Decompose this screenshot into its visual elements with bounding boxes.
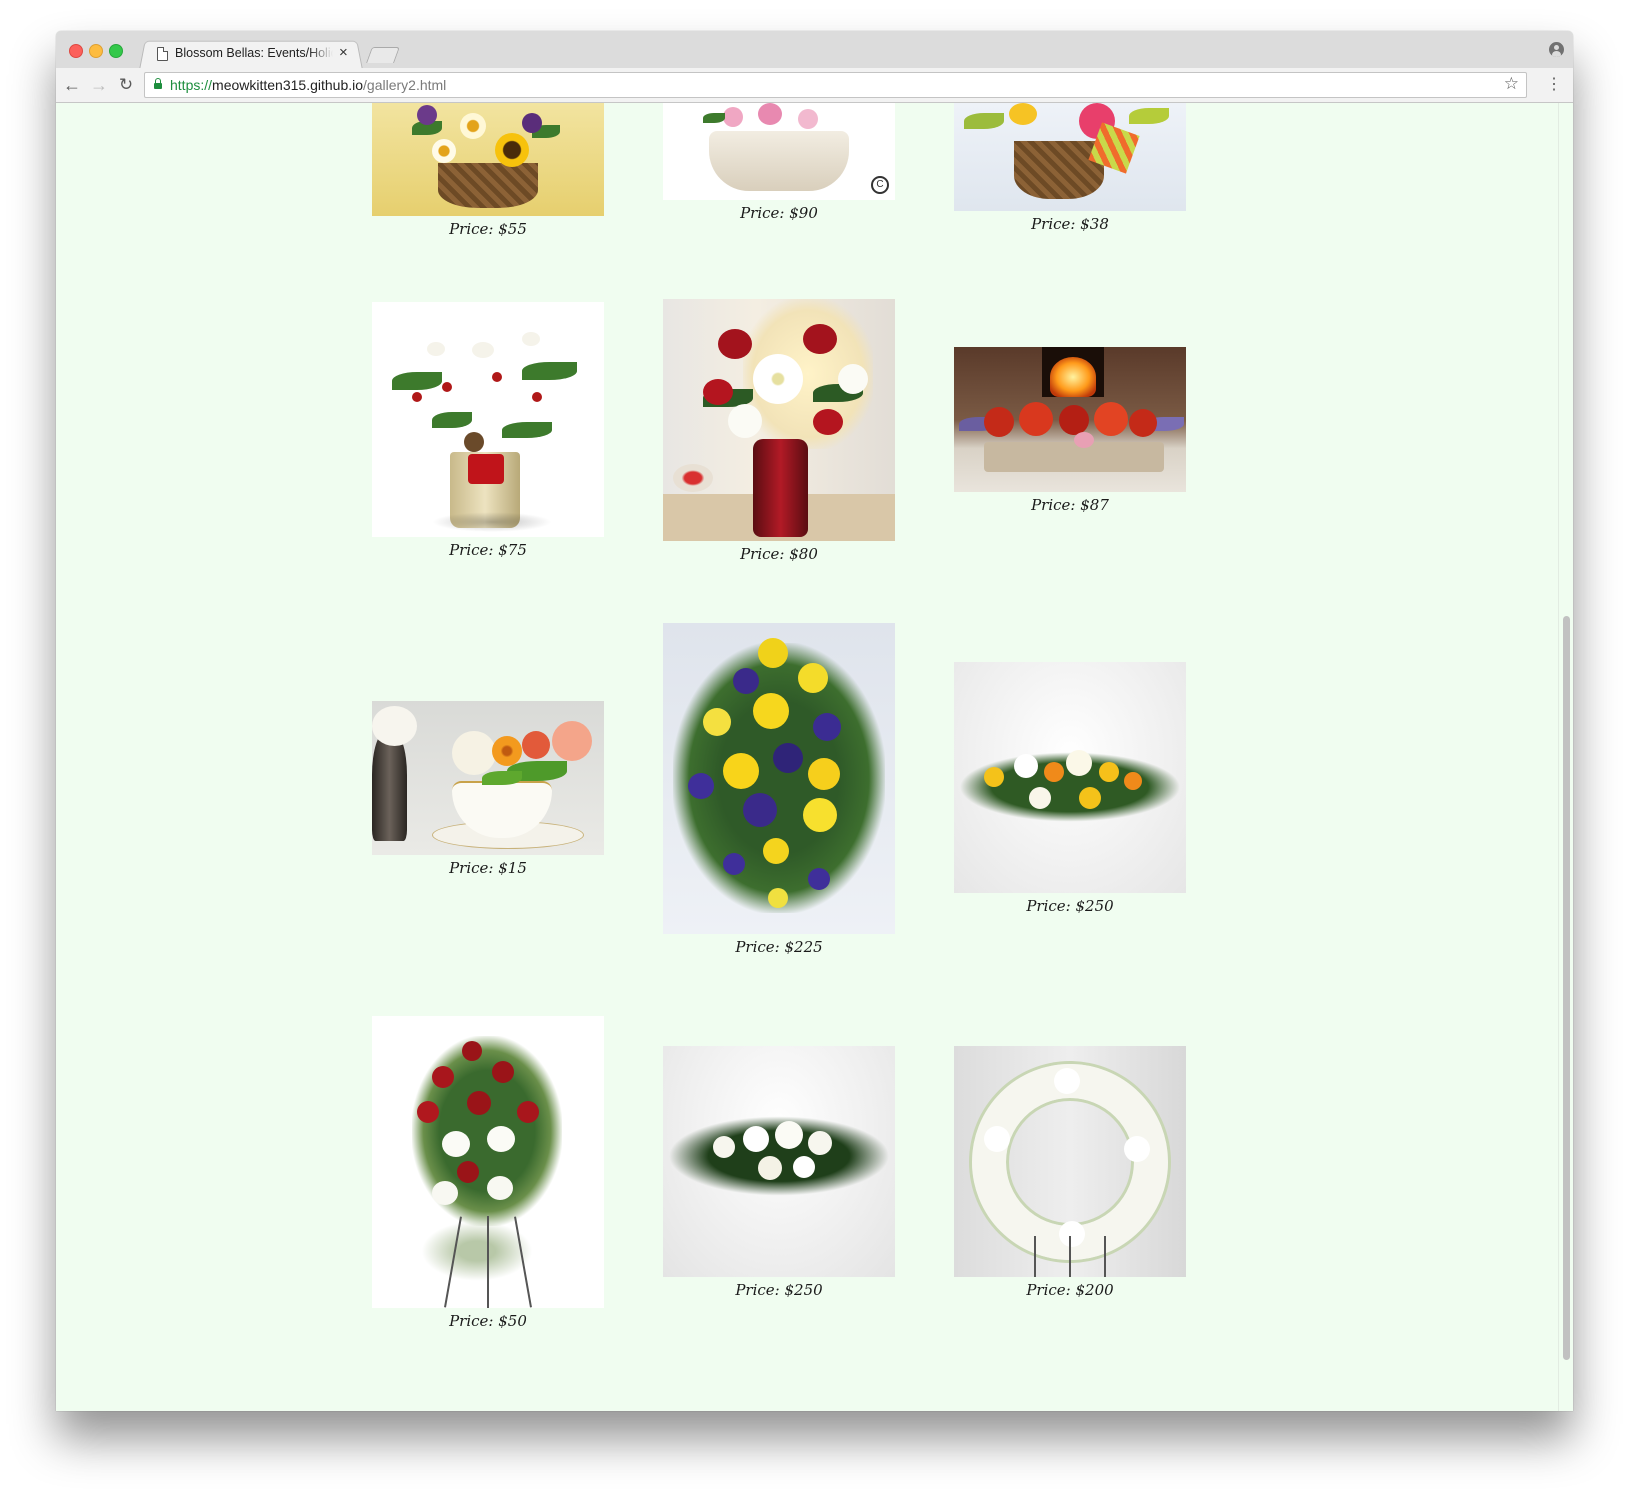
price-label: Price: $250 bbox=[735, 1281, 823, 1299]
url-scheme: https:// bbox=[170, 77, 213, 93]
price-label: Price: $75 bbox=[449, 541, 527, 559]
flower-photo-pink-roses-basket[interactable]: C bbox=[663, 103, 895, 200]
price-label: Price: $80 bbox=[740, 545, 818, 563]
scrollbar-thumb[interactable] bbox=[1563, 616, 1570, 1360]
tab-bar: Blossom Bellas: Events/Holidays × bbox=[56, 31, 1573, 70]
vertical-scrollbar[interactable] bbox=[1558, 103, 1573, 1411]
forward-arrow-icon[interactable]: → bbox=[88, 74, 110, 96]
tab-close-icon[interactable]: × bbox=[339, 44, 348, 61]
browser-window: Blossom Bellas: Events/Holidays × ← → ↻ … bbox=[56, 31, 1573, 1411]
new-tab-button[interactable] bbox=[366, 47, 400, 63]
browser-menu-icon[interactable]: ⋮ bbox=[1546, 75, 1562, 95]
price-label: Price: $87 bbox=[1031, 496, 1109, 514]
bookmark-star-icon[interactable]: ☆ bbox=[1504, 74, 1519, 94]
price-label: Price: $55 bbox=[449, 220, 527, 238]
browser-tab-content[interactable]: Blossom Bellas: Events/Holidays × bbox=[145, 39, 357, 68]
price-label: Price: $90 bbox=[740, 204, 818, 222]
url-host: meowkitten315.github.io bbox=[212, 77, 364, 93]
page-viewport: Price: $55 C Price: $90 Price: $38 Price… bbox=[56, 103, 1573, 1411]
price-label: Price: $38 bbox=[1031, 215, 1109, 233]
window-close-button[interactable] bbox=[69, 44, 83, 58]
window-maximize-button[interactable] bbox=[109, 44, 123, 58]
flower-photo-standing-spray-red-white[interactable] bbox=[372, 1016, 604, 1308]
flower-photo-casket-spray-yellow[interactable] bbox=[954, 662, 1186, 893]
flower-photo-red-roses-lilies-vase[interactable] bbox=[663, 299, 895, 541]
tab-title: Blossom Bellas: Events/Holidays bbox=[175, 46, 333, 60]
browser-toolbar: ← → ↻ https://meowkitten315.github.io/ga… bbox=[56, 68, 1573, 103]
flower-photo-rose-basket-ribbon[interactable] bbox=[954, 103, 1186, 211]
reload-icon[interactable]: ↻ bbox=[115, 74, 137, 96]
flower-photo-white-wreath-stand[interactable] bbox=[954, 1046, 1186, 1277]
window-minimize-button[interactable] bbox=[89, 44, 103, 58]
url-text[interactable]: https://meowkitten315.github.io/gallery2… bbox=[170, 77, 446, 93]
price-label: Price: $15 bbox=[449, 859, 527, 877]
profile-icon[interactable] bbox=[1549, 42, 1564, 57]
back-arrow-icon[interactable]: ← bbox=[61, 74, 83, 96]
flower-photo-sunflower-basket[interactable] bbox=[372, 103, 604, 216]
page-file-icon bbox=[157, 47, 168, 61]
price-label: Price: $225 bbox=[735, 938, 823, 956]
lock-icon bbox=[154, 78, 162, 89]
price-label: Price: $50 bbox=[449, 1312, 527, 1330]
price-label: Price: $250 bbox=[1026, 897, 1114, 915]
flower-photo-yellow-purple-spray[interactable] bbox=[663, 623, 895, 934]
price-label: Price: $200 bbox=[1026, 1281, 1114, 1299]
url-path: /gallery2.html bbox=[363, 77, 447, 93]
flower-photo-casket-spray-white[interactable] bbox=[663, 1046, 895, 1277]
address-bar[interactable]: https://meowkitten315.github.io/gallery2… bbox=[144, 72, 1527, 98]
flower-photo-holiday-berries-vase[interactable] bbox=[372, 302, 604, 537]
flower-photo-teacup-arrangement[interactable] bbox=[372, 701, 604, 855]
flower-photo-fireplace-centerpiece[interactable] bbox=[954, 347, 1186, 492]
